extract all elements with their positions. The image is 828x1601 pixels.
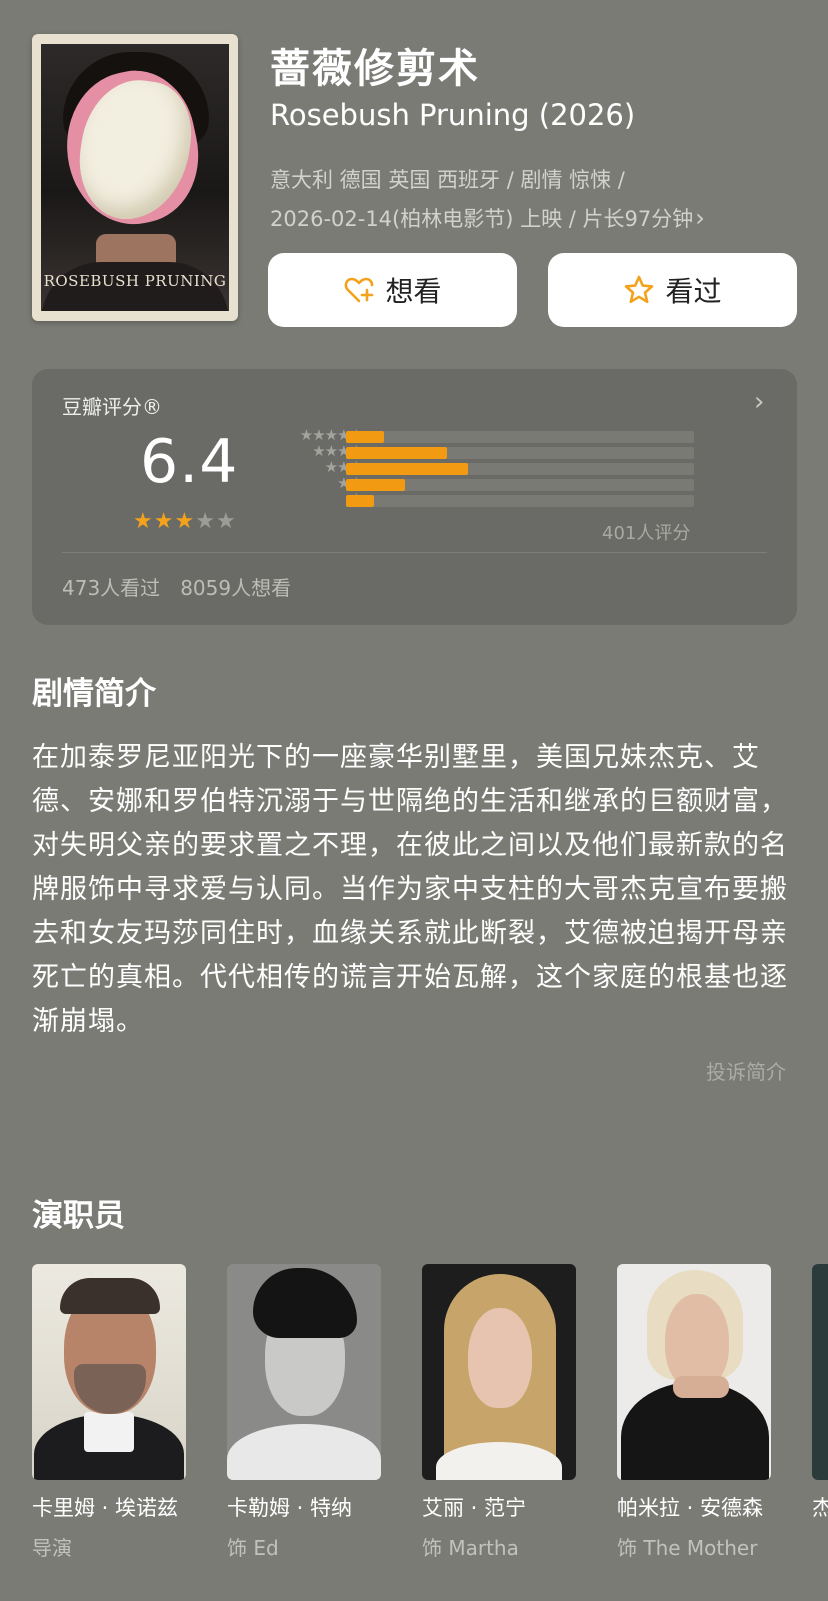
star-filled-icon: ★ (174, 509, 196, 534)
cast-role: 饰 The Mother (617, 1536, 758, 1560)
rating-card[interactable]: 豆瓣评分® › 6.4 ★★★★★ ★★★★★★★★★★★★★★★ 401人评分… (32, 369, 797, 625)
distribution-bar-track (346, 495, 694, 507)
distribution-bar-track (346, 463, 694, 475)
watched-button[interactable]: 看过 (548, 253, 797, 327)
divider (62, 552, 767, 553)
movie-meta-countries-genres: 意大利 德国 英国 西班牙 / 剧情 惊悚 / (270, 168, 625, 192)
synopsis-text: 在加泰罗尼亚阳光下的一座豪华别墅里，美国兄妹杰克、艾德、安娜和罗伯特沉溺于与世隔… (32, 742, 788, 1037)
movie-meta-release[interactable]: 2026-02-14(柏林电影节) 上映 / 片长97分钟› (270, 203, 705, 233)
cast-heading: 演职员 (32, 1198, 125, 1234)
heart-plus-icon (345, 277, 374, 303)
cast-name-partial[interactable]: 杰 (812, 1492, 828, 1522)
rating-stars: ★★★★★ (133, 509, 237, 534)
cast-name[interactable]: 帕米拉 · 安德森 (617, 1492, 763, 1522)
want-to-watch-label: 想看 (385, 275, 442, 308)
star-empty-icon: ★ (215, 509, 237, 534)
poster-image: ROSEBUSH PRUNING (41, 44, 229, 311)
distribution-bar-track (346, 479, 694, 491)
chevron-right-icon: › (754, 387, 765, 417)
movie-original-title: Rosebush Pruning (2026) (270, 98, 636, 132)
watched-count: 473人看过 (62, 576, 161, 600)
cast-name[interactable]: 卡里姆 · 埃诺兹 (32, 1492, 178, 1522)
cast-role: 饰 Martha (422, 1536, 519, 1560)
watched-label: 看过 (665, 275, 722, 308)
rating-footer: 473人看过 8059人想看 (62, 572, 291, 601)
want-count: 8059人想看 (180, 576, 292, 600)
distribution-bar-3-star (346, 463, 468, 475)
star-empty-icon: ★ (195, 509, 216, 534)
release-runtime-text: 2026-02-14(柏林电影节) 上映 / 片长97分钟 (270, 207, 694, 231)
chevron-right-icon: › (695, 204, 705, 232)
star-outline-icon (625, 275, 654, 304)
star-filled-icon: ★ (153, 509, 175, 534)
rating-score: 6.4 (140, 427, 239, 497)
complain-synopsis-link[interactable]: 投诉简介 (706, 1056, 786, 1085)
cast-photo-director[interactable] (32, 1264, 186, 1480)
synopsis-heading: 剧情简介 (32, 676, 156, 712)
distribution-bar-1-star (346, 495, 374, 507)
rating-count: 401人评分 (602, 523, 691, 544)
movie-title: 蔷薇修剪术 (270, 46, 480, 92)
cast-photo-callum-turner[interactable] (227, 1264, 381, 1480)
want-to-watch-button[interactable]: 想看 (268, 253, 517, 327)
cast-photo-pamela-anderson[interactable] (617, 1264, 771, 1480)
distribution-bar-track (346, 431, 694, 443)
cast-name[interactable]: 艾丽 · 范宁 (422, 1492, 526, 1522)
poster-title-text: ROSEBUSH PRUNING (43, 272, 227, 290)
rating-source-label: 豆瓣评分® (62, 395, 162, 419)
cast-photo-next[interactable] (812, 1264, 828, 1480)
distribution-bar-track (346, 447, 694, 459)
movie-poster[interactable]: ROSEBUSH PRUNING (32, 34, 238, 321)
cast-photo-elle-fanning[interactable] (422, 1264, 576, 1480)
cast-role: 导演 (32, 1536, 72, 1560)
cast-name[interactable]: 卡勒姆 · 特纳 (227, 1492, 352, 1522)
star-filled-icon: ★ (133, 509, 154, 534)
cast-role: 饰 Ed (227, 1536, 279, 1560)
